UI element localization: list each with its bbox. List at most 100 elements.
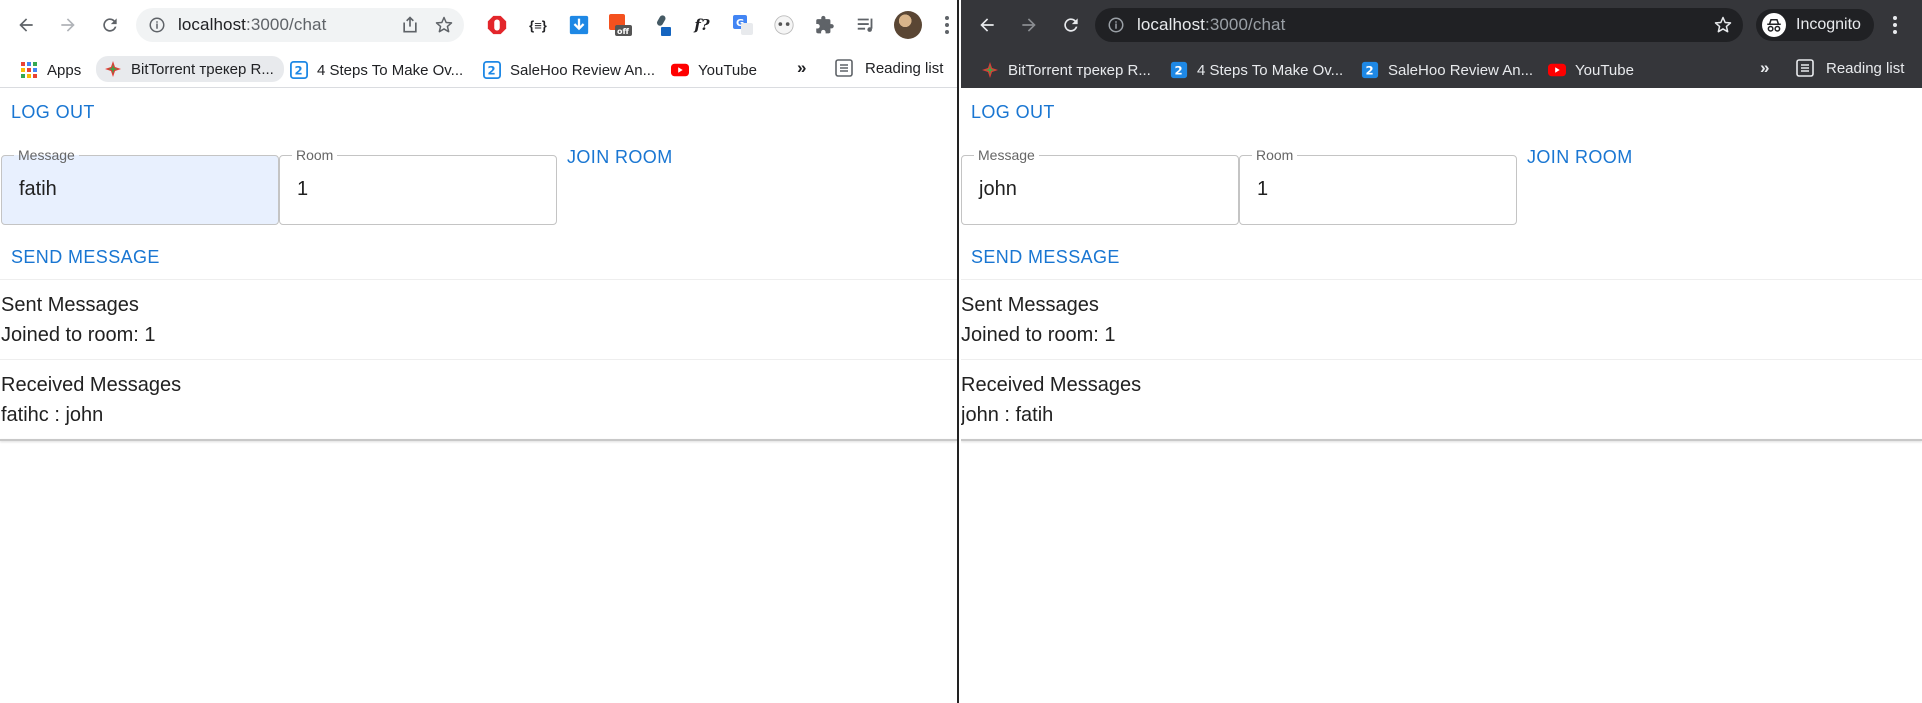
message-input[interactable]: fatih (19, 178, 57, 201)
message-label: Message (14, 147, 79, 163)
room-input[interactable]: 1 (1257, 178, 1268, 201)
site-2-icon: 2 (290, 61, 308, 79)
bookmark-bittorrent[interactable]: BitTorrent трекер R... (981, 59, 1151, 81)
download-extension-icon[interactable] (566, 12, 592, 38)
sent-messages-heading: Sent Messages (1, 294, 139, 316)
message-input[interactable]: john (979, 178, 1017, 201)
divider (961, 359, 1922, 360)
forward-button[interactable] (50, 7, 86, 43)
bookmark-apps[interactable]: Apps (20, 59, 81, 81)
info-icon[interactable] (148, 16, 166, 34)
send-message-button[interactable]: SEND MESSAGE (11, 247, 160, 268)
room-field[interactable]: Room 1 (279, 147, 557, 225)
url-path: :3000/chat (246, 15, 327, 34)
browser-window-normal: localhost:3000/chat {≡} off f? G Apps Bi… (0, 0, 959, 703)
bookmark-label: SaleHoo Review An... (1388, 61, 1534, 79)
chat-page: LOG OUT Message john Room 1 JOIN ROOM SE… (961, 89, 1922, 703)
logout-button[interactable]: LOG OUT (11, 102, 95, 123)
incognito-label: Incognito (1796, 16, 1861, 33)
address-bar[interactable]: localhost:3000/chat (1095, 8, 1743, 42)
coupon-extension-icon[interactable]: off (607, 12, 633, 38)
bookmark-salehoo[interactable]: 2 SaleHoo Review An... (483, 59, 655, 81)
room-field[interactable]: Room 1 (1239, 147, 1517, 225)
panda-extension-icon[interactable] (771, 12, 797, 38)
bookmark-4-steps[interactable]: 2 4 Steps To Make Ov... (290, 59, 463, 81)
address-url[interactable]: localhost:3000/chat (178, 15, 326, 35)
bookmark-label: YouTube (698, 61, 757, 79)
puzzle-icon[interactable] (812, 12, 838, 38)
bookmarks-overflow-chevron-icon[interactable]: » (797, 58, 806, 78)
bookmark-4-steps[interactable]: 2 4 Steps To Make Ov... (1170, 59, 1343, 81)
received-message-item: fatihc : john (1, 404, 104, 426)
bookmark-youtube[interactable]: YouTube (1548, 59, 1634, 81)
incognito-icon (1762, 13, 1786, 37)
site-2-icon: 2 (483, 61, 501, 79)
panel-bottom-border (961, 439, 1922, 441)
share-icon[interactable] (400, 15, 420, 35)
room-label: Room (1252, 147, 1298, 163)
apps-grid-icon (20, 61, 38, 79)
back-icon (980, 18, 994, 32)
forward-icon (61, 18, 75, 32)
sent-messages-heading: Sent Messages (961, 294, 1099, 316)
menu-kebab-icon[interactable] (937, 16, 957, 34)
join-room-button[interactable]: JOIN ROOM (1527, 147, 1633, 168)
bookmark-label: YouTube (1575, 61, 1634, 79)
room-input[interactable]: 1 (297, 178, 308, 201)
back-button[interactable] (969, 7, 1005, 43)
back-icon (19, 18, 33, 32)
send-message-button[interactable]: SEND MESSAGE (971, 247, 1120, 268)
reading-list-button[interactable]: Reading list (1796, 59, 1904, 77)
site-2-icon: 2 (1170, 61, 1188, 79)
reload-icon (103, 18, 117, 32)
bittorrent-icon (104, 60, 122, 78)
svg-text:off: off (617, 27, 629, 36)
reading-list-button[interactable]: Reading list (835, 59, 943, 77)
url-path: :3000/chat (1205, 15, 1286, 34)
reload-button[interactable] (1053, 7, 1089, 43)
forward-icon (1022, 18, 1036, 32)
message-field[interactable]: Message fatih (1, 147, 279, 225)
back-button[interactable] (8, 7, 44, 43)
divider (0, 279, 957, 280)
json-extension-icon[interactable]: {≡} (525, 12, 551, 38)
address-bar[interactable]: localhost:3000/chat (136, 8, 464, 42)
message-label: Message (974, 147, 1039, 163)
sent-message-item: Joined to room: 1 (1, 324, 156, 346)
logout-button[interactable]: LOG OUT (971, 102, 1055, 123)
join-room-button[interactable]: JOIN ROOM (567, 147, 673, 168)
translate-extension-icon[interactable]: G (730, 12, 756, 38)
svg-text:2: 2 (295, 64, 303, 78)
received-messages-heading: Received Messages (961, 374, 1142, 396)
bookmarks-overflow-chevron-icon[interactable]: » (1760, 58, 1769, 78)
forward-button[interactable] (1011, 7, 1047, 43)
menu-kebab-icon[interactable] (1885, 16, 1905, 34)
formula-extension-icon[interactable]: f? (689, 12, 715, 38)
bittorrent-icon (981, 61, 999, 79)
bookmark-label: BitTorrent трекер R... (131, 60, 274, 78)
bookmarks-bar: BitTorrent трекер R... 2 4 Steps To Make… (961, 50, 1922, 88)
bookmark-youtube[interactable]: YouTube (671, 59, 757, 81)
info-icon[interactable] (1107, 16, 1125, 34)
bookmark-salehoo[interactable]: 2 SaleHoo Review An... (1361, 59, 1533, 81)
reading-list-icon (835, 59, 853, 77)
bookmark-bittorrent[interactable]: BitTorrent трекер R... (96, 56, 284, 82)
star-icon[interactable] (434, 15, 454, 35)
browser-toolbar: localhost:3000/chat {≡} off f? G (0, 0, 957, 50)
room-label: Room (292, 147, 338, 163)
svg-text:2: 2 (1366, 64, 1374, 78)
bookmark-label: 4 Steps To Make Ov... (317, 61, 464, 79)
incognito-badge[interactable]: Incognito (1756, 9, 1874, 41)
adblock-extension-icon[interactable] (484, 12, 510, 38)
message-field[interactable]: Message john (961, 147, 1239, 225)
url-host: localhost (1137, 15, 1205, 34)
address-url[interactable]: localhost:3000/chat (1137, 15, 1285, 35)
profile-avatar[interactable] (894, 11, 922, 39)
star-icon[interactable] (1713, 15, 1733, 35)
media-icon[interactable] (853, 12, 879, 38)
divider (0, 359, 957, 360)
reload-button[interactable] (92, 7, 128, 43)
voice-extension-icon[interactable] (648, 12, 674, 38)
svg-text:2: 2 (1175, 64, 1183, 78)
bookmarks-bar: Apps BitTorrent трекер R... 2 4 Steps To… (0, 50, 957, 88)
